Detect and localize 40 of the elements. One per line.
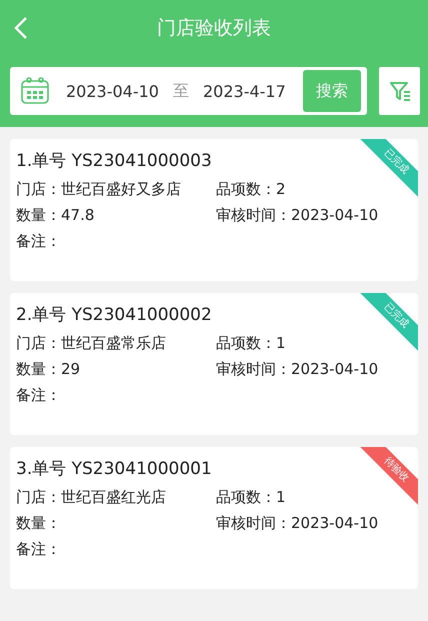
review-time-label: 审核时间： xyxy=(216,360,291,379)
store-label: 门店： xyxy=(16,488,61,507)
quantity-label: 数量： xyxy=(16,514,61,533)
back-icon[interactable] xyxy=(14,16,28,40)
start-date[interactable]: 2023-04-10 xyxy=(66,82,159,100)
review-time: 2023-04-10 xyxy=(291,206,378,225)
date-separator: 至 xyxy=(172,80,189,102)
item-count: 1 xyxy=(276,334,286,353)
end-date[interactable]: 2023-4-17 xyxy=(202,82,286,100)
store-name: 世纪百盛好又多店 xyxy=(61,180,181,199)
store-label: 门店： xyxy=(16,334,61,353)
item-count: 1 xyxy=(276,488,286,507)
quantity-label: 数量： xyxy=(16,360,61,379)
item-count: 2 xyxy=(276,180,286,199)
quantity: 47.8 xyxy=(61,206,94,225)
note-label: 备注： xyxy=(16,540,61,559)
store-name: 世纪百盛红光店 xyxy=(61,488,166,507)
store-name: 世纪百盛常乐店 xyxy=(61,334,166,353)
note-label: 备注： xyxy=(16,232,61,251)
review-time-label: 审核时间： xyxy=(216,514,291,533)
page-title: 门店验收列表 xyxy=(157,16,271,41)
calendar-icon[interactable] xyxy=(20,76,50,106)
quantity-label: 数量： xyxy=(16,206,61,225)
order-card[interactable]: 3.单号 YS23041000001 门店：世纪百盛红光店 品项数：1 数量： 审核时间：2023-04-10 备注： 待验收 xyxy=(10,447,418,589)
review-time: 2023-04-10 xyxy=(291,514,378,533)
order-card[interactable]: 1.单号 YS23041000003 门店：世纪百盛好又多店 品项数：2 数量：47.8 审核时间：2023-04-10 备注： 已完成 xyxy=(10,139,418,281)
order-number: 3.单号 YS23041000001 xyxy=(16,458,212,480)
review-time-label: 审核时间： xyxy=(216,206,291,225)
item-count-label: 品项数： xyxy=(216,180,276,199)
store-label: 门店： xyxy=(16,180,61,199)
note-label: 备注： xyxy=(16,386,61,405)
quantity: 29 xyxy=(61,360,80,379)
item-count-label: 品项数： xyxy=(216,488,276,507)
order-number: 2.单号 YS23041000002 xyxy=(16,304,212,326)
order-number: 1.单号 YS23041000003 xyxy=(16,150,212,172)
filter-button[interactable] xyxy=(379,67,420,115)
order-card[interactable]: 2.单号 YS23041000002 门店：世纪百盛常乐店 品项数：1 数量：29 审核时间：2023-04-10 备注： 已完成 xyxy=(10,293,418,435)
filter-icon xyxy=(388,80,410,102)
item-count-label: 品项数： xyxy=(216,334,276,353)
review-time: 2023-04-10 xyxy=(291,360,378,379)
